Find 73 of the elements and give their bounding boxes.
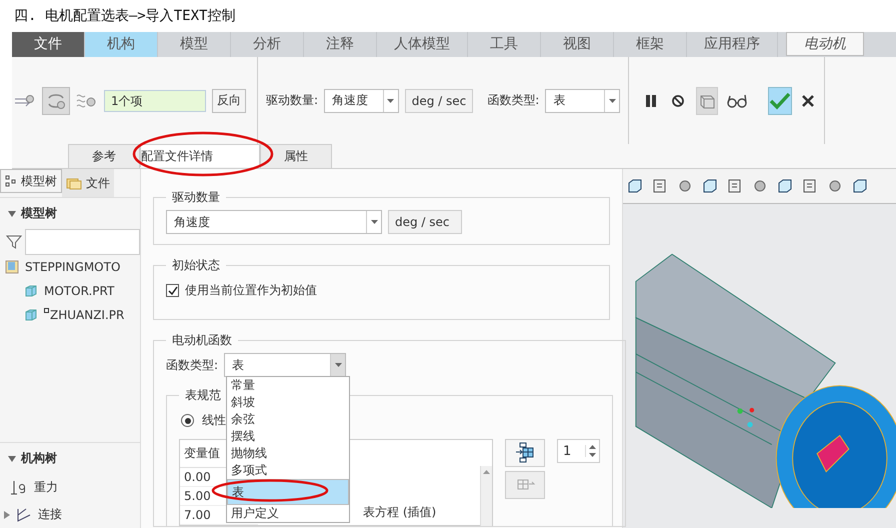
- initial-value-checkbox[interactable]: 使用当前位置作为初始值: [166, 278, 597, 309]
- toolbar-icon[interactable]: [851, 177, 869, 195]
- tree-item[interactable]: 连接: [0, 501, 140, 528]
- expand-icon: [4, 510, 10, 518]
- group-title: 表规范: [184, 387, 222, 404]
- pause-icon: [644, 94, 658, 108]
- panel-tab[interactable]: 配置文件详情: [140, 144, 260, 167]
- preview-button[interactable]: [696, 86, 718, 114]
- panel-tab[interactable]: 参考: [68, 144, 140, 168]
- close-button[interactable]: [800, 92, 816, 108]
- folder-icon: [66, 176, 82, 190]
- sidebar-tab[interactable]: 文件: [62, 169, 114, 197]
- tree-item[interactable]: MOTOR.PRT: [0, 279, 140, 303]
- joint-icon: [16, 508, 32, 522]
- caret-icon: [608, 98, 616, 102]
- drive-quantity-select[interactable]: 角速度: [166, 210, 382, 234]
- checkbox[interactable]: [166, 284, 179, 297]
- drive-quantity-label: 驱动数量:: [266, 92, 318, 109]
- group-title: 初始状态: [171, 257, 221, 274]
- caret-icon: [387, 98, 394, 102]
- toolbar-icon[interactable]: [776, 177, 794, 195]
- caret-icon: [370, 220, 378, 224]
- stop-icon: [671, 94, 686, 108]
- unit-field: deg / sec: [388, 210, 462, 234]
- gravity-icon: [10, 480, 28, 494]
- cube-icon: [24, 308, 38, 322]
- panel-tab[interactable]: 属性: [260, 144, 332, 168]
- count-spinner[interactable]: 1: [557, 439, 600, 463]
- dropdown-option[interactable]: 余弦: [227, 411, 349, 428]
- assembly-icon: [5, 260, 19, 274]
- tree-item[interactable]: STEPPINGMOTO: [0, 255, 140, 279]
- down-arrow-icon[interactable]: [589, 453, 596, 457]
- rotation-motor-button[interactable]: [42, 86, 70, 114]
- page-title: 四. 电机配置选表—>导入TEXT控制: [13, 7, 236, 26]
- close-icon: [802, 94, 814, 106]
- group-title: 驱动数量: [171, 189, 221, 206]
- function-type-label: 函数类型:: [166, 356, 218, 374]
- up-arrow-icon[interactable]: [589, 445, 596, 449]
- function-type-select[interactable]: 表: [545, 88, 620, 112]
- search-field[interactable]: [25, 229, 140, 255]
- reference-field[interactable]: 1个项: [104, 90, 206, 112]
- ribbon-tab[interactable]: 机构: [85, 32, 158, 57]
- drive-quantity-select[interactable]: 角速度: [324, 88, 399, 112]
- ribbon-tab[interactable]: 电动机: [786, 32, 864, 56]
- tree-icon: [5, 175, 17, 187]
- toolbar-icon[interactable]: [701, 177, 719, 195]
- section-header[interactable]: 机构树: [0, 442, 140, 474]
- section-header[interactable]: 模型树: [0, 198, 140, 229]
- collapse-icon: [8, 210, 16, 216]
- tree-item[interactable]: 重力: [0, 474, 140, 501]
- insert-row-icon: [514, 442, 536, 464]
- sidebar-tab[interactable]: 模型树: [0, 169, 62, 193]
- group-title: 电动机函数: [171, 332, 233, 349]
- dropdown-option[interactable]: 斜坡: [227, 394, 349, 411]
- filter-icon[interactable]: [6, 234, 22, 250]
- collapse-icon: [8, 456, 16, 462]
- glasses-icon: [726, 94, 748, 108]
- ribbon-tab[interactable]: 文件: [12, 32, 85, 57]
- function-type-select[interactable]: 表: [224, 353, 346, 377]
- scrollbar[interactable]: [480, 466, 492, 526]
- check-icon: [769, 92, 791, 110]
- method-label: 表方程 (插值): [363, 504, 436, 521]
- small-square-icon: [44, 308, 49, 313]
- cube-icon: [24, 284, 38, 298]
- toolbar-icon[interactable]: [626, 177, 644, 195]
- tree-item[interactable]: ZHUANZI.PR: [0, 303, 140, 327]
- unit-field: deg / sec: [404, 88, 474, 112]
- insert-row-button[interactable]: [505, 439, 545, 467]
- function-type-label: 函数类型:: [487, 92, 540, 109]
- dropdown-option[interactable]: 常量: [227, 377, 349, 394]
- caret-icon: [334, 363, 342, 367]
- up-arrow-icon: [483, 470, 490, 474]
- reverse-button[interactable]: 反向: [212, 88, 246, 112]
